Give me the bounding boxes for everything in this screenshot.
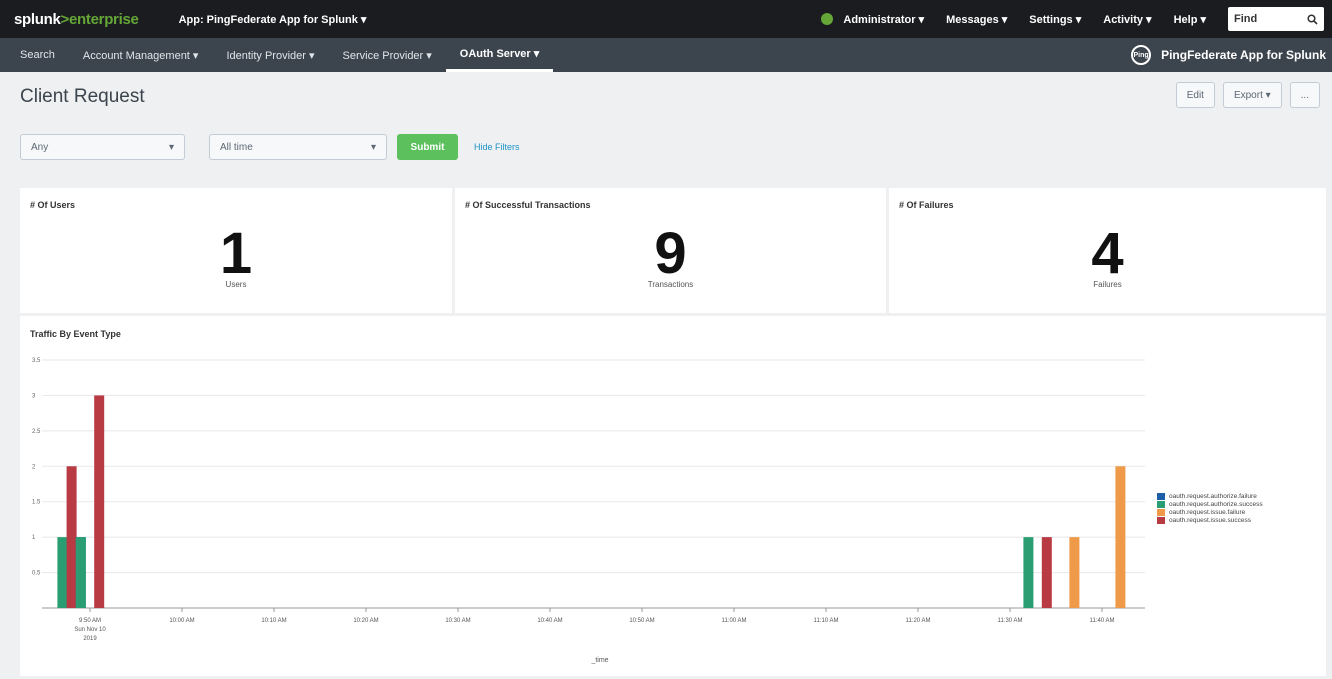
single-value-unit: Users bbox=[225, 280, 247, 289]
nav-account-management[interactable]: Account Management ▾ bbox=[69, 38, 213, 72]
nav-oauth-server[interactable]: OAuth Server ▾ bbox=[445, 38, 554, 72]
filter-dropdown-1[interactable]: Any ▾ bbox=[20, 134, 185, 160]
legend-label: oauth.request.issue.failure bbox=[1169, 508, 1246, 516]
x-tick-label: 10:10 AM bbox=[261, 618, 286, 624]
x-tick-label: 11:20 AM bbox=[906, 618, 931, 624]
single-value[interactable]: 1 bbox=[20, 220, 452, 287]
failures-panel: # Of Failures 4 Failures bbox=[889, 188, 1326, 313]
x-tick-label: 10:30 AM bbox=[445, 618, 470, 624]
panel-title: # Of Failures bbox=[899, 200, 954, 210]
filter-dropdown-1-value: Any bbox=[31, 141, 49, 153]
logo-main-text: splunk bbox=[14, 10, 61, 28]
time-range-dropdown[interactable]: All time ▾ bbox=[209, 134, 387, 160]
edit-button[interactable]: Edit bbox=[1175, 82, 1215, 108]
chart-bar bbox=[57, 537, 68, 608]
messages-menu[interactable]: Messages ▾ bbox=[946, 13, 1007, 26]
x-tick-label: 10:50 AM bbox=[629, 618, 654, 624]
x-tick-label: 10:20 AM bbox=[353, 618, 378, 624]
chart-bar bbox=[1115, 466, 1126, 608]
health-status-icon[interactable] bbox=[821, 13, 834, 25]
single-value[interactable]: 4 bbox=[889, 220, 1326, 287]
x-tick-label: 11:00 AM bbox=[722, 618, 747, 624]
x-tick-label: 9:50 AM bbox=[79, 618, 101, 624]
settings-menu[interactable]: Settings ▾ bbox=[1029, 13, 1081, 26]
user-menu[interactable]: Administrator ▾ bbox=[821, 13, 924, 26]
x-tick-label: 11:30 AM bbox=[998, 618, 1023, 624]
user-menu-label: Administrator ▾ bbox=[843, 13, 925, 26]
transactions-panel: # Of Successful Transactions 9 Transacti… bbox=[455, 188, 886, 313]
single-value-unit: Failures bbox=[1093, 280, 1122, 289]
find-placeholder: Find bbox=[1234, 13, 1258, 25]
legend-swatch bbox=[1157, 516, 1165, 524]
hide-filters-link[interactable]: Hide Filters bbox=[474, 142, 520, 152]
app-title[interactable]: Ping PingFederate App for Splunk bbox=[1131, 38, 1326, 72]
logo-sub-text: enterprise bbox=[69, 10, 139, 28]
chart-legend: oauth.request.authorize.failure oauth.req… bbox=[1157, 492, 1263, 524]
chart-bar bbox=[75, 537, 86, 608]
legend-swatch bbox=[1157, 492, 1165, 500]
x-tick-label: 10:40 AM bbox=[537, 618, 562, 624]
y-tick-label: 3 bbox=[32, 393, 36, 399]
traffic-bar-chart: 0.5 1 1.5 2 2.5 3 3.5 9:50 AM Sun Nov 10 2019 10:0… bbox=[32, 358, 1145, 664]
panel-title: # Of Successful Transactions bbox=[465, 200, 591, 210]
legend-item[interactable]: oauth.request.authorize.success bbox=[1157, 500, 1263, 508]
legend-swatch bbox=[1157, 500, 1165, 508]
export-button[interactable]: Export ▾ bbox=[1222, 82, 1282, 108]
legend-label: oauth.request.authorize.failure bbox=[1169, 492, 1257, 500]
x-tick-label: 11:10 AM bbox=[814, 618, 839, 624]
nav-search[interactable]: Search bbox=[0, 38, 69, 72]
chart-bar bbox=[1069, 537, 1080, 608]
dashboard-actions: Edit Export ▾ ... bbox=[1168, 82, 1320, 108]
chart-bar bbox=[94, 395, 105, 608]
single-value[interactable]: 9 bbox=[455, 220, 886, 287]
chart-bar bbox=[1041, 537, 1052, 608]
y-tick-label: 2 bbox=[32, 464, 36, 470]
x-tick-label: 2019 bbox=[83, 636, 97, 642]
y-tick-label: 2.5 bbox=[32, 429, 41, 435]
legend-item[interactable]: oauth.request.issue.success bbox=[1157, 516, 1263, 524]
nav-service-provider[interactable]: Service Provider ▾ bbox=[329, 38, 446, 72]
app-title-label: PingFederate App for Splunk bbox=[1161, 48, 1326, 62]
caret-down-icon: ▾ bbox=[168, 141, 174, 153]
more-actions-button[interactable]: ... bbox=[1289, 82, 1320, 108]
x-tick-label: 11:40 AM bbox=[1090, 618, 1115, 624]
legend-label: oauth.request.authorize.success bbox=[1169, 500, 1263, 508]
legend-label: oauth.request.issue.success bbox=[1169, 516, 1252, 524]
users-panel: # Of Users 1 Users bbox=[20, 188, 452, 313]
nav-identity-provider[interactable]: Identity Provider ▾ bbox=[212, 38, 328, 72]
single-value-unit: Transactions bbox=[647, 280, 694, 289]
x-tick-label: Sun Nov 10 bbox=[74, 627, 106, 633]
submit-button[interactable]: Submit bbox=[397, 134, 458, 160]
time-range-value: All time bbox=[220, 141, 253, 153]
top-navbar: splunk>enterprise App: PingFederate App … bbox=[0, 0, 1332, 38]
help-menu[interactable]: Help ▾ bbox=[1174, 13, 1206, 26]
find-input[interactable]: Find bbox=[1228, 7, 1324, 31]
y-tick-label: 3.5 bbox=[32, 358, 41, 364]
caret-down-icon: ▾ bbox=[370, 141, 376, 153]
x-axis-label: _time bbox=[590, 657, 608, 664]
y-tick-label: 1.5 bbox=[32, 500, 41, 506]
app-navbar: Search Account Management ▾ Identity Pro… bbox=[0, 38, 1332, 72]
chart-bar bbox=[1023, 537, 1034, 608]
splunk-logo[interactable]: splunk>enterprise bbox=[14, 11, 139, 28]
y-tick-label: 1 bbox=[32, 535, 36, 541]
legend-item[interactable]: oauth.request.issue.failure bbox=[1157, 508, 1263, 516]
chart-bar bbox=[66, 466, 77, 608]
legend-item[interactable]: oauth.request.authorize.failure bbox=[1157, 492, 1263, 500]
ping-logo-icon: Ping bbox=[1131, 45, 1152, 65]
activity-menu[interactable]: Activity ▾ bbox=[1103, 13, 1151, 26]
app-menu[interactable]: App: PingFederate App for Splunk ▾ bbox=[179, 13, 367, 26]
panel-title: # Of Users bbox=[30, 200, 76, 210]
y-tick-label: 0.5 bbox=[32, 571, 41, 577]
x-tick-label: 10:00 AM bbox=[169, 618, 194, 624]
search-icon[interactable] bbox=[1307, 13, 1318, 25]
legend-swatch bbox=[1157, 508, 1165, 516]
traffic-chart-panel: Traffic By Event Type 0.5 1 1.5 2 2.5 3 3.5 9:5… bbox=[20, 316, 1326, 676]
logo-chevron-text: > bbox=[60, 10, 70, 28]
page-title: Client Request bbox=[20, 86, 145, 107]
